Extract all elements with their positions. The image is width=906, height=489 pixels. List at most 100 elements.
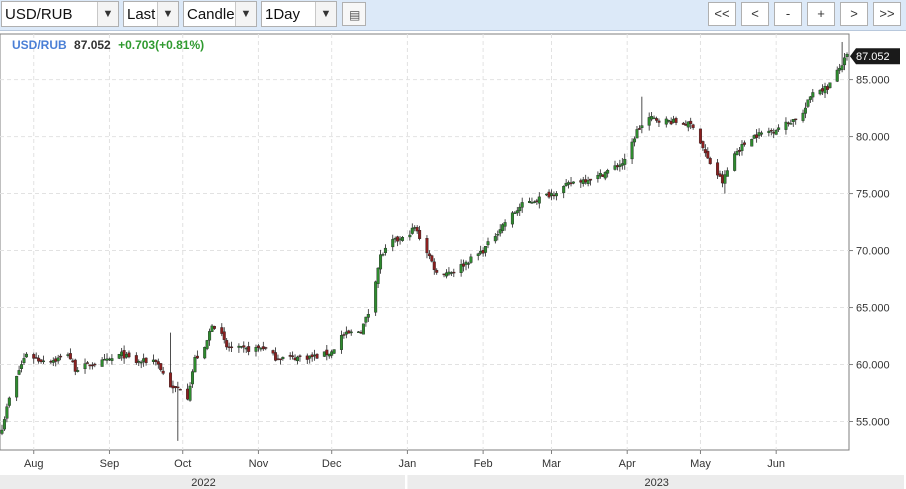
- candle-up: [364, 316, 368, 323]
- candle-up: [398, 238, 402, 241]
- candle-up: [330, 351, 334, 356]
- nav-last-button[interactable]: >>: [873, 2, 901, 26]
- candle-up: [777, 127, 781, 130]
- candle-up: [5, 406, 9, 419]
- candle-down: [176, 386, 180, 389]
- candle-down: [59, 355, 63, 358]
- nav-next-button[interactable]: >: [840, 2, 868, 26]
- candle-up: [545, 193, 549, 196]
- x-tick-label: Jan: [399, 458, 417, 470]
- candle-down: [716, 162, 720, 176]
- candle-up: [486, 241, 490, 246]
- candle-up: [603, 172, 607, 179]
- candle-up: [125, 354, 129, 358]
- candle-up: [513, 212, 517, 214]
- price-field-dropdown[interactable]: Last ▼: [123, 1, 179, 27]
- candle-up: [401, 237, 405, 241]
- candle-down: [227, 346, 231, 348]
- candle-up: [296, 356, 300, 362]
- symbol-dropdown[interactable]: USD/RUB ▼: [1, 1, 119, 27]
- candle-down: [432, 261, 436, 271]
- candle-up: [840, 65, 844, 71]
- candle-down: [772, 132, 776, 134]
- nav-prev-button[interactable]: <: [741, 2, 769, 26]
- candle-down: [415, 227, 419, 232]
- candle-down: [535, 200, 539, 202]
- candle-up: [733, 153, 737, 171]
- y-tick-label: 70.000: [856, 246, 890, 258]
- chart-type-dropdown[interactable]: Candle ▼: [183, 1, 257, 27]
- candle-up: [339, 335, 343, 350]
- candle-down: [173, 386, 177, 389]
- candle-down: [310, 354, 314, 357]
- table-view-button[interactable]: ▤: [342, 2, 366, 26]
- candle-up: [520, 202, 524, 208]
- candle-up: [393, 237, 397, 240]
- candle-down: [657, 120, 661, 123]
- candle-down: [154, 359, 158, 362]
- candle-up: [528, 201, 532, 204]
- candle-down: [37, 357, 41, 362]
- candle-up: [791, 119, 795, 122]
- candle-up: [843, 57, 847, 66]
- candle-up: [518, 206, 522, 212]
- candle-up: [105, 358, 109, 361]
- candle-down: [691, 124, 695, 128]
- last-price-tag-text: 87.052: [856, 51, 890, 63]
- candle-down: [325, 349, 329, 356]
- candle-down: [68, 353, 72, 360]
- candle-up: [83, 363, 87, 370]
- candle-up: [564, 182, 568, 186]
- candle-up: [554, 193, 558, 197]
- y-tick-label: 85.000: [856, 75, 890, 87]
- y-tick-label: 55.000: [856, 417, 890, 429]
- chevron-down-icon: ▼: [157, 2, 178, 26]
- symbol-dropdown-value: USD/RUB: [5, 6, 73, 23]
- candle-up: [818, 89, 822, 95]
- candle-up: [0, 429, 4, 434]
- x-tick-label: Aug: [24, 458, 44, 470]
- candle-up: [789, 123, 793, 125]
- chart-type-value: Candle: [187, 6, 235, 23]
- candle-up: [503, 222, 507, 227]
- candle-up: [537, 196, 541, 204]
- nav-first-button[interactable]: <<: [708, 2, 736, 26]
- chevron-down-icon: ▼: [235, 2, 256, 26]
- candle-up: [484, 246, 488, 253]
- table-icon: ▤: [349, 8, 361, 22]
- candle-up: [357, 331, 361, 333]
- candle-up: [254, 346, 258, 352]
- candle-down: [288, 355, 292, 357]
- x-tick-label: Jun: [767, 458, 785, 470]
- candle-up: [107, 358, 111, 361]
- candle-up: [835, 69, 839, 82]
- candle-down: [195, 355, 199, 359]
- candle-down: [298, 355, 302, 357]
- candle-down: [54, 358, 58, 362]
- zoom-in-button[interactable]: +: [807, 2, 835, 26]
- candle-up: [391, 239, 395, 248]
- candle-down: [156, 361, 160, 365]
- candle-down: [425, 238, 429, 254]
- x-tick-label: Nov: [249, 458, 269, 470]
- candle-down: [547, 191, 551, 198]
- plot-area: [0, 33, 850, 451]
- interval-dropdown[interactable]: 1Day ▼: [261, 1, 337, 27]
- candle-down: [769, 130, 773, 132]
- candle-down: [589, 178, 593, 181]
- y-tick-label: 75.000: [856, 189, 890, 201]
- candle-down: [427, 253, 431, 257]
- candle-down: [122, 350, 126, 359]
- zoom-out-button[interactable]: -: [774, 2, 802, 26]
- candle-down: [159, 363, 163, 371]
- legend-change: +0.703(+0.81%): [118, 38, 204, 52]
- candle-down: [34, 357, 38, 359]
- candle-up: [501, 224, 505, 231]
- candle-up: [469, 256, 473, 263]
- candle-up: [567, 182, 571, 185]
- candle-up: [449, 272, 453, 274]
- candle-down: [49, 361, 53, 363]
- candle-up: [66, 354, 70, 357]
- candlestick-chart[interactable]: 55.000 60.000 65.000 70.000 75.000 80.000 85.0…: [0, 31, 906, 489]
- candle-up: [672, 118, 676, 123]
